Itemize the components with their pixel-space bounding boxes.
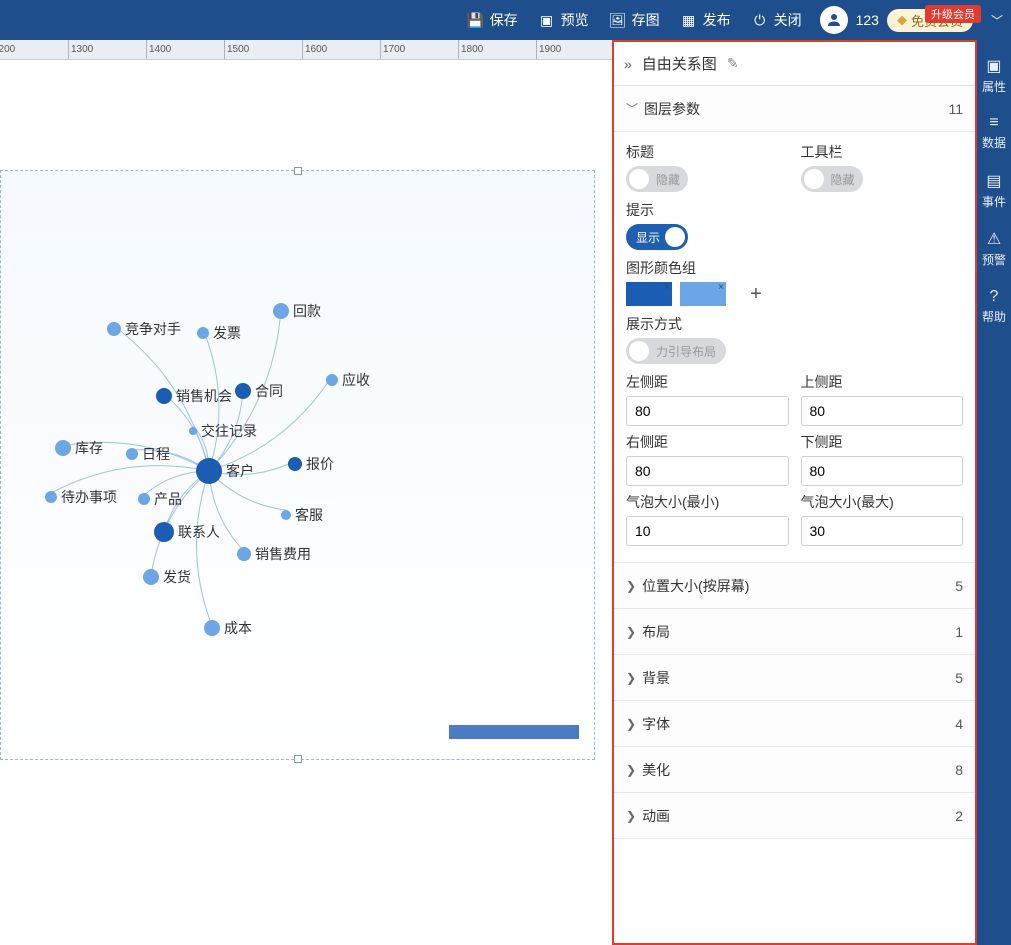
graph-node[interactable]: 客服 bbox=[281, 505, 323, 525]
export-image-button[interactable]: 🖼存图 bbox=[609, 10, 660, 30]
upgrade-badge[interactable]: 升级会员 bbox=[925, 5, 981, 23]
graph-node[interactable]: 发货 bbox=[143, 567, 191, 587]
graph-node[interactable]: 成本 bbox=[204, 618, 252, 638]
label-tooltip: 提示 bbox=[626, 200, 963, 220]
publish-button[interactable]: ▦发布 bbox=[680, 10, 731, 30]
tab-properties[interactable]: ▣属性 bbox=[982, 56, 1006, 94]
preview-icon: ▣ bbox=[538, 11, 556, 29]
graph-node[interactable]: 交往记录 bbox=[189, 421, 257, 441]
label-color-group: 图形颜色组 bbox=[626, 258, 963, 278]
tab-help[interactable]: ?帮助 bbox=[982, 288, 1006, 324]
color-swatch[interactable]: × bbox=[626, 282, 672, 306]
panel-title: 自由关系图 bbox=[642, 53, 717, 74]
close-button[interactable]: ⏻关闭 bbox=[751, 10, 802, 30]
member-badge[interactable]: ◆ 免费会员 升级会员 bbox=[887, 9, 973, 32]
user-id: 123 bbox=[856, 12, 879, 28]
graph-node[interactable]: 合同 bbox=[235, 381, 283, 401]
resize-handle-bottom[interactable] bbox=[294, 755, 302, 763]
graph-node[interactable]: 回款 bbox=[273, 301, 321, 321]
tab-events[interactable]: ▤事件 bbox=[982, 171, 1006, 209]
section-header[interactable]: ❯动画2 bbox=[614, 793, 975, 839]
chevron-down-icon[interactable]: ﹀ bbox=[991, 12, 1003, 29]
avatar[interactable] bbox=[820, 6, 848, 34]
label-right-margin: 右侧距 bbox=[626, 432, 789, 452]
caret-right-icon: ❯ bbox=[626, 809, 636, 823]
chart-selection-box[interactable]: 客户 回款竞争对手发票应收合同销售机会交往记录库存 日程报价待办事项 产品客服联系人销… bbox=[0, 170, 595, 760]
alert-icon: ⚠ bbox=[987, 229, 1001, 249]
help-icon: ? bbox=[990, 288, 999, 306]
input-bubble-max[interactable] bbox=[801, 516, 964, 546]
label-bubble-max: 气泡大小(最大) bbox=[801, 492, 964, 512]
caret-down-icon: ﹀ bbox=[626, 100, 638, 117]
properties-icon: ▣ bbox=[986, 56, 1001, 76]
preview-button[interactable]: ▣预览 bbox=[538, 10, 589, 30]
properties-panel: » 自由关系图 ✎ ﹀ 图层参数 11 标题 隐藏 工具栏 隐藏 提示 显示 图… bbox=[612, 40, 977, 945]
input-top-margin[interactable] bbox=[801, 396, 964, 426]
section-header[interactable]: ❯位置大小(按屏幕)5 bbox=[614, 563, 975, 609]
save-icon: 💾 bbox=[467, 11, 485, 29]
qr-icon: ▦ bbox=[680, 11, 698, 29]
graph-node[interactable]: 日程 bbox=[126, 444, 170, 464]
image-icon: 🖼 bbox=[609, 11, 627, 29]
graph-node[interactable]: 联系人 bbox=[154, 522, 220, 542]
section-header-layer[interactable]: ﹀ 图层参数 11 bbox=[614, 86, 975, 132]
power-icon: ⏻ bbox=[751, 11, 769, 29]
section-header[interactable]: ❯背景5 bbox=[614, 655, 975, 701]
canvas-area[interactable]: 12001300140015001600170018001900 客户 回款竞争对… bbox=[0, 40, 612, 945]
top-toolbar: 💾保存 ▣预览 🖼存图 ▦发布 ⏻关闭 123 ◆ 免费会员 升级会员 ﹀ bbox=[0, 0, 1011, 40]
toggle-display-mode[interactable]: 力引导布局 bbox=[626, 338, 726, 364]
graph-node[interactable]: 销售费用 bbox=[237, 544, 311, 564]
diamond-icon: ◆ bbox=[897, 12, 907, 28]
label-left-margin: 左侧距 bbox=[626, 372, 789, 392]
graph-node[interactable]: 客户 bbox=[196, 458, 254, 484]
section-header[interactable]: ❯美化8 bbox=[614, 747, 975, 793]
add-color-button[interactable]: + bbox=[746, 283, 766, 306]
data-icon: ≡ bbox=[989, 114, 998, 132]
caret-right-icon: ❯ bbox=[626, 579, 636, 593]
toggle-toolbar[interactable]: 隐藏 bbox=[801, 166, 863, 192]
resize-handle-top[interactable] bbox=[294, 167, 302, 175]
label-bottom-margin: 下侧距 bbox=[801, 432, 964, 452]
label-title: 标题 bbox=[626, 142, 789, 162]
caret-right-icon: ❯ bbox=[626, 717, 636, 731]
caret-right-icon: ❯ bbox=[626, 671, 636, 685]
input-left-margin[interactable] bbox=[626, 396, 789, 426]
caret-right-icon: ❯ bbox=[626, 625, 636, 639]
graph-node[interactable]: 待办事项 bbox=[45, 487, 117, 507]
graph-node[interactable]: 应收 bbox=[326, 370, 370, 390]
graph-node[interactable]: 发票 bbox=[197, 323, 241, 343]
events-icon: ▤ bbox=[986, 171, 1001, 191]
graph-node[interactable]: 库存 bbox=[55, 438, 103, 458]
horizontal-ruler: 12001300140015001600170018001900 bbox=[0, 40, 612, 60]
section-header[interactable]: ❯字体4 bbox=[614, 701, 975, 747]
tab-alert[interactable]: ⚠预警 bbox=[982, 229, 1006, 267]
graph-node[interactable]: 竞争对手 bbox=[107, 319, 181, 339]
panel-header: » 自由关系图 ✎ bbox=[614, 42, 975, 86]
section-header[interactable]: ❯布局1 bbox=[614, 609, 975, 655]
collapse-icon[interactable]: » bbox=[624, 56, 632, 72]
remove-color-icon[interactable]: × bbox=[718, 282, 724, 293]
input-bottom-margin[interactable] bbox=[801, 456, 964, 486]
color-swatch[interactable]: × bbox=[680, 282, 726, 306]
tab-data[interactable]: ≡数据 bbox=[982, 114, 1006, 150]
toggle-title[interactable]: 隐藏 bbox=[626, 166, 688, 192]
edit-icon[interactable]: ✎ bbox=[727, 55, 739, 72]
graph-node[interactable]: 产品 bbox=[138, 489, 182, 509]
label-bubble-min: 气泡大小(最小) bbox=[626, 492, 789, 512]
right-tab-bar: ▣属性 ≡数据 ▤事件 ⚠预警 ?帮助 bbox=[977, 40, 1011, 945]
graph-node[interactable]: 销售机会 bbox=[156, 386, 232, 406]
save-button[interactable]: 💾保存 bbox=[467, 10, 518, 30]
scrollbar-thumb[interactable] bbox=[449, 725, 579, 739]
graph-node[interactable]: 报价 bbox=[288, 454, 334, 474]
input-right-margin[interactable] bbox=[626, 456, 789, 486]
label-display-mode: 展示方式 bbox=[626, 314, 963, 334]
label-toolbar: 工具栏 bbox=[801, 142, 964, 162]
label-top-margin: 上侧距 bbox=[801, 372, 964, 392]
toggle-tooltip[interactable]: 显示 bbox=[626, 224, 688, 250]
caret-right-icon: ❯ bbox=[626, 763, 636, 777]
input-bubble-min[interactable] bbox=[626, 516, 789, 546]
remove-color-icon[interactable]: × bbox=[664, 282, 670, 293]
